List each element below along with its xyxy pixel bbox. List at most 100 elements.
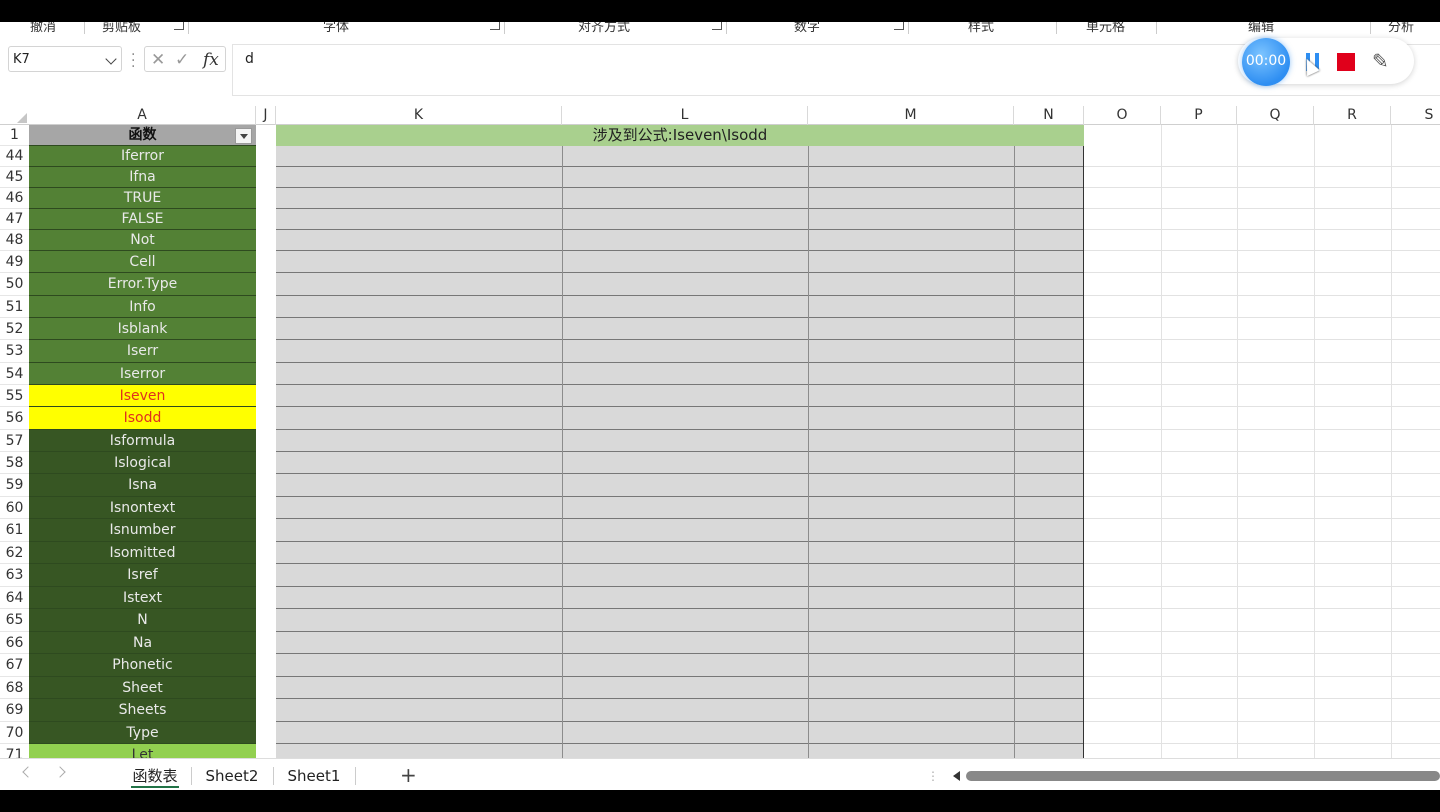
function-cell[interactable]: Na xyxy=(29,632,256,654)
prev-sheet-icon[interactable] xyxy=(22,766,34,778)
function-cell[interactable]: Iseven xyxy=(29,385,256,407)
row-header[interactable]: 51 xyxy=(0,296,29,318)
function-cell[interactable]: TRUE xyxy=(29,188,256,209)
notes-row[interactable] xyxy=(276,230,1084,251)
function-cell[interactable]: Cell xyxy=(29,251,256,273)
insert-function-icon[interactable]: fx xyxy=(203,50,219,70)
function-cell[interactable]: Iserr xyxy=(29,340,256,363)
row-header[interactable]: 52 xyxy=(0,318,29,340)
function-cell[interactable]: Isnontext xyxy=(29,497,256,519)
row-header[interactable]: 63 xyxy=(0,564,29,587)
function-cell[interactable]: Error.Type xyxy=(29,273,256,296)
notes-row[interactable] xyxy=(276,519,1084,542)
row-header[interactable]: 53 xyxy=(0,340,29,363)
row-header[interactable]: 57 xyxy=(0,430,29,452)
stop-icon[interactable] xyxy=(1337,53,1355,71)
empty-row[interactable] xyxy=(1084,230,1440,251)
notes-row[interactable] xyxy=(276,251,1084,273)
scroll-splitter-icon[interactable]: ⋮ xyxy=(927,769,939,783)
empty-row[interactable] xyxy=(1084,146,1440,167)
row-header[interactable]: 64 xyxy=(0,587,29,609)
empty-row[interactable] xyxy=(1084,497,1440,519)
notes-row[interactable] xyxy=(276,318,1084,340)
empty-row[interactable] xyxy=(1084,385,1440,407)
scroll-left-icon[interactable] xyxy=(953,771,960,781)
ribbon-group-cells[interactable]: 单元格 xyxy=(1086,22,1125,34)
ribbon-group-number[interactable]: 数字 xyxy=(794,22,820,34)
number-launcher-icon[interactable] xyxy=(894,22,904,30)
empty-row[interactable] xyxy=(1084,407,1440,430)
pen-icon[interactable]: ✎ xyxy=(1372,49,1389,73)
row-header[interactable]: 56 xyxy=(0,407,29,430)
row-header[interactable]: 68 xyxy=(0,677,29,699)
clipboard-launcher-icon[interactable] xyxy=(174,22,184,30)
row-header[interactable]: 47 xyxy=(0,209,29,230)
row-header[interactable]: 69 xyxy=(0,699,29,722)
function-cell[interactable]: Isref xyxy=(29,564,256,587)
empty-row[interactable] xyxy=(1084,519,1440,542)
notes-row[interactable] xyxy=(276,209,1084,230)
ribbon-group-editing[interactable]: 编辑 xyxy=(1248,22,1274,34)
notes-row[interactable] xyxy=(276,474,1084,497)
notes-row[interactable] xyxy=(276,609,1084,632)
cancel-icon[interactable]: ✕ xyxy=(151,50,165,70)
empty-row[interactable] xyxy=(1084,609,1440,632)
notes-row[interactable] xyxy=(276,722,1084,744)
function-cell[interactable]: Istext xyxy=(29,587,256,609)
notes-row[interactable] xyxy=(276,632,1084,654)
function-cell[interactable]: Phonetic xyxy=(29,654,256,677)
ribbon-group-alignment[interactable]: 对齐方式 xyxy=(578,22,630,34)
row-header[interactable]: 49 xyxy=(0,251,29,273)
font-launcher-icon[interactable] xyxy=(490,22,500,30)
select-all-corner[interactable] xyxy=(0,106,29,125)
function-cell[interactable]: Isblank xyxy=(29,318,256,340)
row-header[interactable]: 45 xyxy=(0,167,29,188)
notes-row[interactable] xyxy=(276,587,1084,609)
add-sheet-button[interactable]: + xyxy=(400,763,417,787)
column-header-l[interactable]: L xyxy=(562,106,808,125)
ribbon-group-undo[interactable]: 撤消 xyxy=(30,22,56,34)
enter-icon[interactable]: ✓ xyxy=(175,50,189,70)
empty-row[interactable] xyxy=(1084,722,1440,744)
empty-row[interactable] xyxy=(1084,188,1440,209)
row-header[interactable]: 61 xyxy=(0,519,29,542)
column-header-s[interactable]: S xyxy=(1391,106,1440,125)
empty-row[interactable] xyxy=(1084,167,1440,188)
notes-row[interactable] xyxy=(276,452,1084,474)
row-header[interactable]: 46 xyxy=(0,188,29,209)
empty-row[interactable] xyxy=(1084,430,1440,452)
row-header[interactable]: 55 xyxy=(0,385,29,407)
row-header[interactable]: 65 xyxy=(0,609,29,632)
notes-row[interactable] xyxy=(276,340,1084,363)
row-header[interactable]: 48 xyxy=(0,230,29,251)
row-header[interactable]: 54 xyxy=(0,363,29,385)
notes-row[interactable] xyxy=(276,542,1084,564)
notes-row[interactable] xyxy=(276,430,1084,452)
name-box[interactable]: K7 xyxy=(8,46,122,72)
column-header-p[interactable]: P xyxy=(1161,106,1237,125)
empty-row[interactable] xyxy=(1084,654,1440,677)
empty-row[interactable] xyxy=(1084,542,1440,564)
empty-row[interactable] xyxy=(1084,564,1440,587)
function-cell[interactable]: Type xyxy=(29,722,256,744)
empty-row[interactable] xyxy=(1084,251,1440,273)
notes-row[interactable] xyxy=(276,564,1084,587)
function-cell[interactable]: Info xyxy=(29,296,256,318)
empty-row[interactable] xyxy=(1084,744,1440,758)
empty-row[interactable] xyxy=(1084,452,1440,474)
filter-dropdown-icon[interactable] xyxy=(235,128,252,144)
alignment-launcher-icon[interactable] xyxy=(712,22,722,30)
empty-row[interactable] xyxy=(1084,296,1440,318)
ribbon-group-styles[interactable]: 样式 xyxy=(968,22,994,34)
notes-row[interactable] xyxy=(276,407,1084,430)
row-header[interactable]: 59 xyxy=(0,474,29,497)
column-header-q[interactable]: Q xyxy=(1237,106,1314,125)
header-cell-function[interactable]: 函数 xyxy=(29,125,256,146)
empty-row[interactable] xyxy=(1084,474,1440,497)
column-header-k[interactable]: K xyxy=(276,106,562,125)
function-cell[interactable]: Isomitted xyxy=(29,542,256,564)
notes-row[interactable] xyxy=(276,654,1084,677)
function-cell[interactable]: Sheets xyxy=(29,699,256,722)
function-cell[interactable]: Let xyxy=(29,744,256,758)
row-header[interactable]: 60 xyxy=(0,497,29,519)
